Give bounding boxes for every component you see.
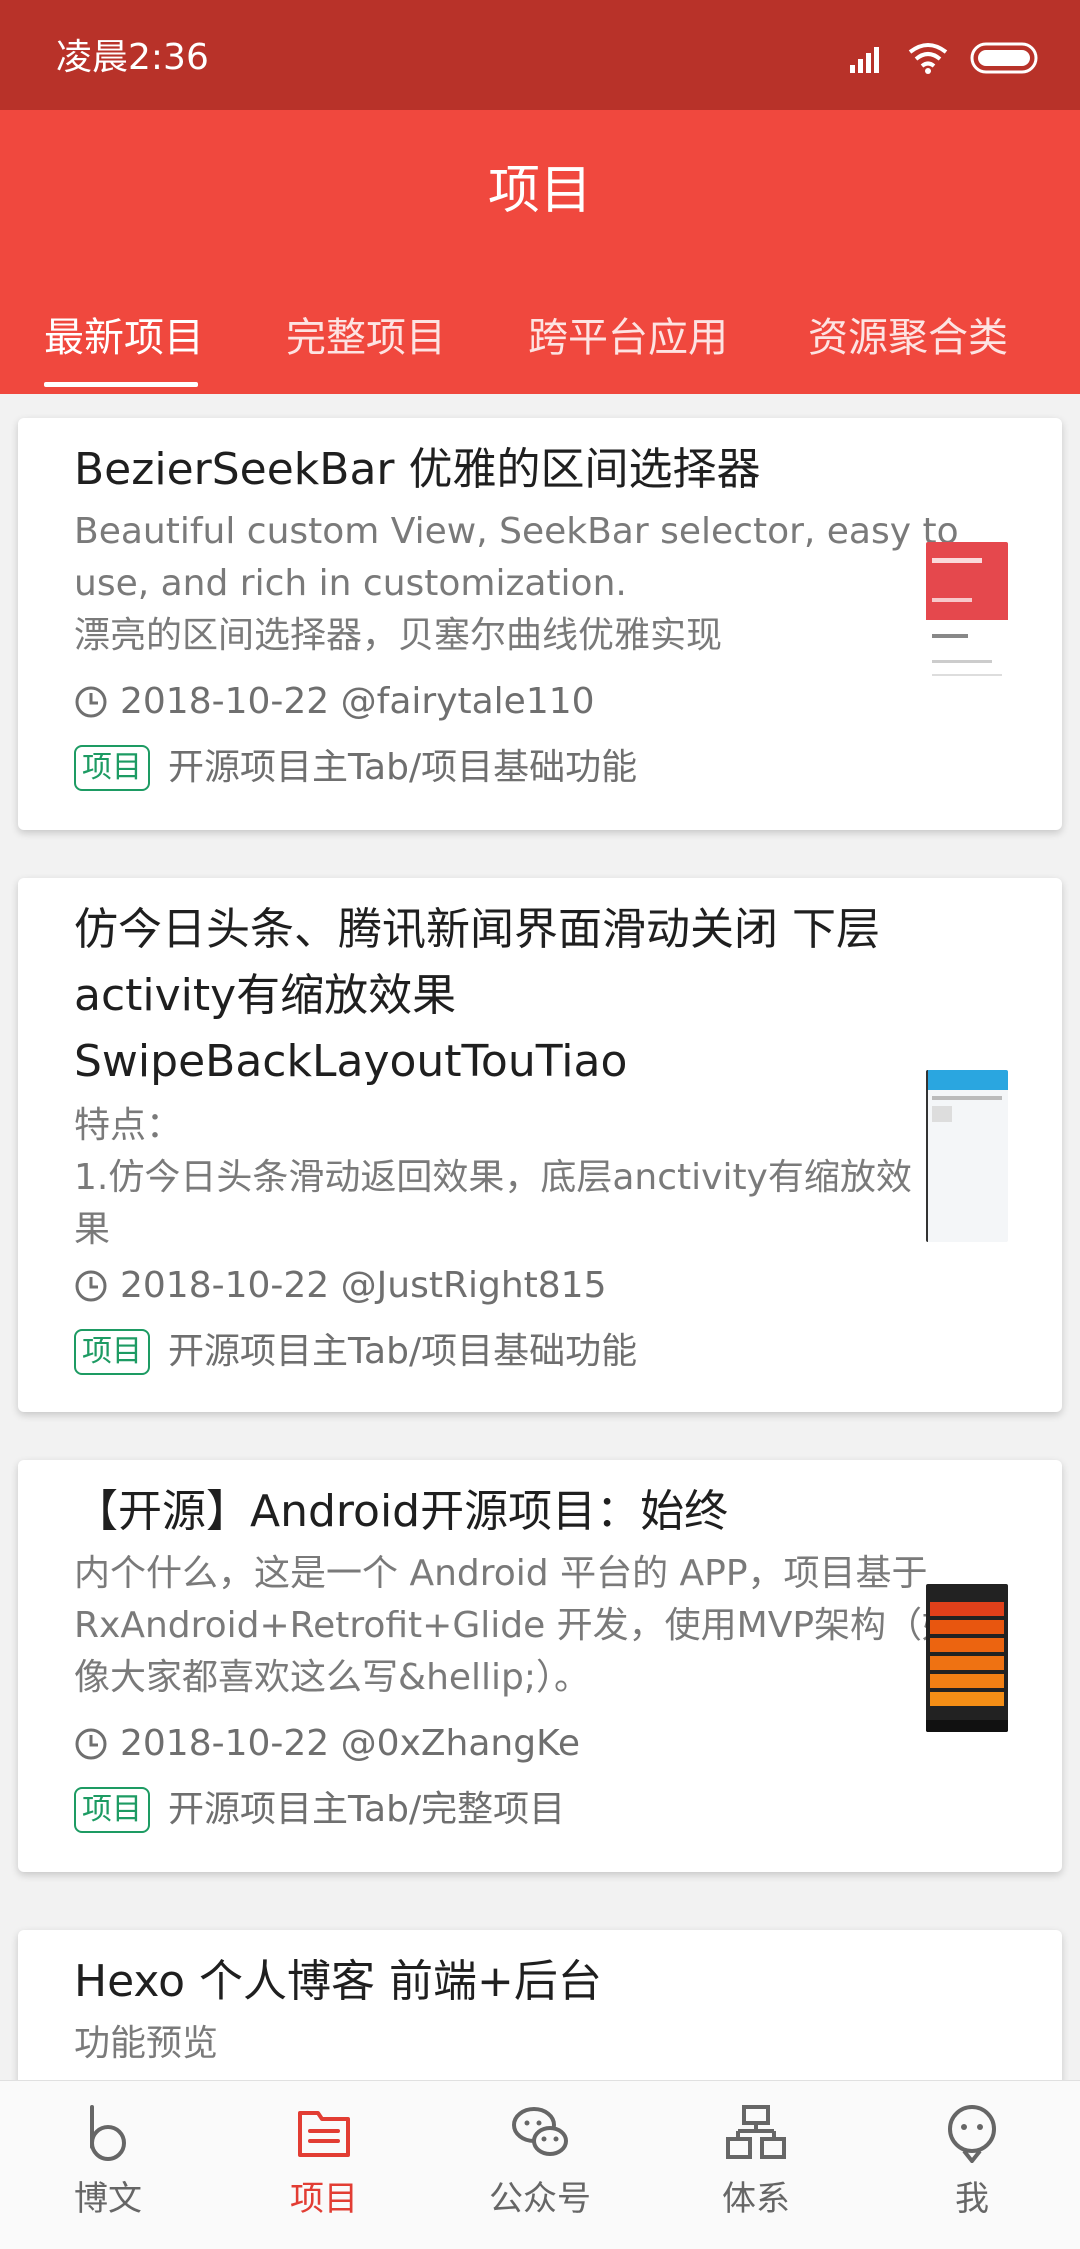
tab-complete-projects[interactable]: 完整项目 <box>286 308 446 368</box>
nav-label: 项目 <box>290 2179 358 2219</box>
card-description-line: use, and rich in customization. <box>74 563 627 604</box>
project-card[interactable]: 【开源】Android开源项目：始终 内个什么，这是一个 Android 平台的… <box>18 1460 1062 1872</box>
tab-indicator <box>44 382 198 387</box>
card-tags: 项目 开源项目主Tab/完整项目 <box>74 1784 565 1836</box>
card-title-line: 仿今日头条、腾讯新闻界面滑动关闭 下层 <box>74 904 880 955</box>
status-time: 凌晨2:36 <box>56 37 209 78</box>
card-title-line: activity有缩放效果 <box>74 970 457 1021</box>
card-category[interactable]: 开源项目主Tab/项目基础功能 <box>168 742 637 794</box>
clock-icon <box>75 686 107 718</box>
project-thumbnail <box>926 542 1008 692</box>
nav-label: 体系 <box>722 2179 790 2219</box>
card-date-author: 2018-10-22 @fairytale110 <box>120 681 595 722</box>
nav-label: 博文 <box>74 2179 142 2219</box>
nav-label: 我 <box>955 2179 989 2219</box>
status-icons <box>850 38 1040 78</box>
card-description-line: 漂亮的区间选择器，贝塞尔曲线优雅实现 <box>74 615 723 656</box>
card-title: Hexo 个人博客 前端+后台 <box>74 1956 602 2007</box>
project-card[interactable]: Hexo 个人博客 前端+后台 功能预览 <box>18 1930 1062 2080</box>
tab-cross-platform[interactable]: 跨平台应用 <box>528 308 728 368</box>
card-meta: 2018-10-22 @JustRight815 <box>74 1260 606 1312</box>
card-description-line: 内个什么，这是一个 Android 平台的 APP，项目基于 <box>74 1553 928 1594</box>
card-date-author: 2018-10-22 @JustRight815 <box>120 1265 607 1306</box>
project-card[interactable]: BezierSeekBar 优雅的区间选择器 Beautiful custom … <box>18 418 1062 830</box>
card-meta: 2018-10-22 @0xZhangKe <box>74 1718 580 1770</box>
card-category[interactable]: 开源项目主Tab/项目基础功能 <box>168 1326 637 1378</box>
tag-chip[interactable]: 项目 <box>74 1329 150 1375</box>
card-description-line: 1.仿今日头条滑动返回效果，底层anctivity有缩放效 <box>74 1157 912 1198</box>
project-list[interactable]: BezierSeekBar 优雅的区间选择器 Beautiful custom … <box>0 394 1080 2080</box>
card-category[interactable]: 开源项目主Tab/完整项目 <box>168 1784 565 1836</box>
wifi-icon <box>908 43 948 74</box>
card-description-line: 功能预览 <box>74 2023 219 2064</box>
clock-icon <box>75 1728 107 1760</box>
project-icon <box>298 2111 350 2157</box>
tab-resource-aggregation[interactable]: 资源聚合类 <box>808 308 1008 368</box>
nav-item-me[interactable]: 我 <box>864 2081 1080 2249</box>
status-bar: 凌晨2:36 <box>0 0 1080 110</box>
signal-icon <box>850 47 879 73</box>
nav-item-system[interactable]: 体系 <box>648 2081 864 2249</box>
nav-item-wechat[interactable]: 公众号 <box>432 2081 648 2249</box>
nav-item-blog[interactable]: 博文 <box>0 2081 216 2249</box>
card-tags: 项目 开源项目主Tab/项目基础功能 <box>74 1326 637 1378</box>
tag-chip[interactable]: 项目 <box>74 745 150 791</box>
card-description-line: 果 <box>74 1209 111 1250</box>
nav-label: 公众号 <box>489 2179 591 2219</box>
project-thumbnail <box>926 1070 1008 1242</box>
card-meta: 2018-10-22 @fairytale110 <box>74 676 595 728</box>
card-tags: 项目 开源项目主Tab/项目基础功能 <box>74 742 637 794</box>
bottom-navigation: 博文 项目 公众号 体系 我 <box>0 2080 1080 2249</box>
clock-icon <box>75 1270 107 1302</box>
project-thumbnail <box>926 1584 1008 1732</box>
card-description-line: RxAndroid+Retrofit+Glide 开发，使用MVP架构（好 <box>74 1605 959 1646</box>
nav-item-projects[interactable]: 项目 <box>216 2081 432 2249</box>
system-icon <box>726 2105 786 2159</box>
blog-icon <box>90 2105 126 2161</box>
card-title: BezierSeekBar 优雅的区间选择器 <box>74 444 761 495</box>
battery-icon <box>970 42 1038 74</box>
app-bar: 项目 最新项目 完整项目 跨平台应用 资源聚合类 <box>0 110 1080 394</box>
card-description-line: 像大家都喜欢这么写&hellip;）。 <box>74 1657 591 1698</box>
wechat-icon <box>512 2107 568 2156</box>
profile-icon <box>948 2105 996 2163</box>
project-card[interactable]: 仿今日头条、腾讯新闻界面滑动关闭 下层 activity有缩放效果 SwipeB… <box>18 878 1062 1412</box>
tab-bar: 最新项目 完整项目 跨平台应用 资源聚合类 <box>0 290 1080 394</box>
tag-chip[interactable]: 项目 <box>74 1787 150 1833</box>
tab-latest-projects[interactable]: 最新项目 <box>44 308 204 368</box>
card-description-line: Beautiful custom View, SeekBar selector,… <box>74 511 959 552</box>
card-title-line: SwipeBackLayoutTouTiao <box>74 1036 628 1087</box>
card-date-author: 2018-10-22 @0xZhangKe <box>120 1723 581 1764</box>
page-title: 项目 <box>487 161 592 221</box>
card-description-line: 特点： <box>74 1105 183 1146</box>
card-title: 【开源】Android开源项目：始终 <box>74 1486 729 1537</box>
